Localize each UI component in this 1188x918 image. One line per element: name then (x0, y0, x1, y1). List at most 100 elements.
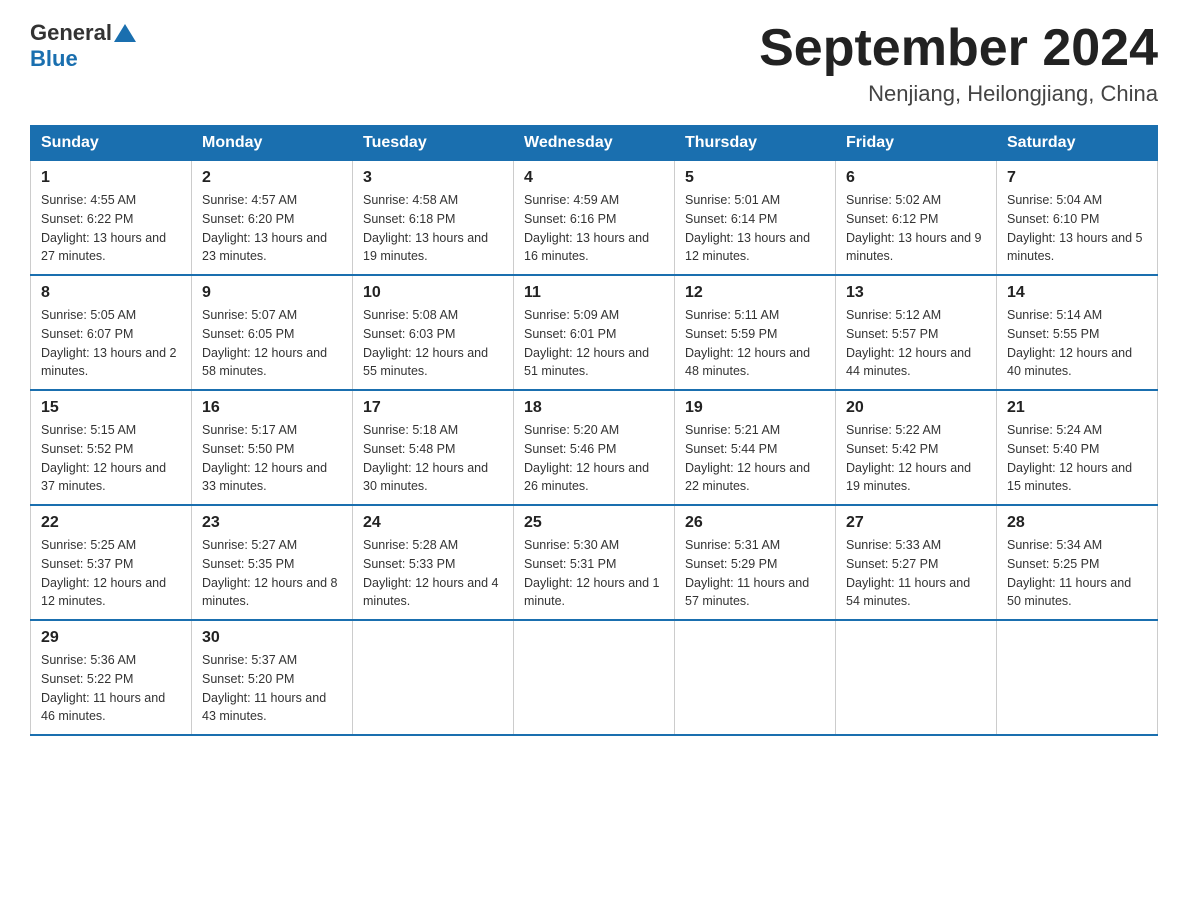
col-sunday: Sunday (31, 126, 192, 161)
day-info-10: Sunrise: 5:08 AMSunset: 6:03 PMDaylight:… (363, 306, 503, 381)
table-row: 27 Sunrise: 5:33 AMSunset: 5:27 PMDayligh… (836, 505, 997, 620)
day-number-7: 7 (1007, 169, 1147, 187)
table-row: 21 Sunrise: 5:24 AMSunset: 5:40 PMDayligh… (997, 390, 1158, 505)
day-info-14: Sunrise: 5:14 AMSunset: 5:55 PMDaylight:… (1007, 306, 1147, 381)
day-number-12: 12 (685, 284, 825, 302)
table-row (997, 620, 1158, 735)
col-tuesday: Tuesday (353, 126, 514, 161)
day-number-15: 15 (41, 399, 181, 417)
day-number-28: 28 (1007, 514, 1147, 532)
page-header: General Blue September 2024 Nenjiang, He… (30, 20, 1158, 107)
day-number-24: 24 (363, 514, 503, 532)
table-row: 20 Sunrise: 5:22 AMSunset: 5:42 PMDayligh… (836, 390, 997, 505)
day-info-8: Sunrise: 5:05 AMSunset: 6:07 PMDaylight:… (41, 306, 181, 381)
table-row: 14 Sunrise: 5:14 AMSunset: 5:55 PMDayligh… (997, 275, 1158, 390)
table-row (836, 620, 997, 735)
col-wednesday: Wednesday (514, 126, 675, 161)
table-row: 1 Sunrise: 4:55 AMSunset: 6:22 PMDaylight… (31, 161, 192, 276)
calendar-subtitle: Nenjiang, Heilongjiang, China (759, 81, 1158, 107)
day-info-24: Sunrise: 5:28 AMSunset: 5:33 PMDaylight:… (363, 536, 503, 611)
day-info-4: Sunrise: 4:59 AMSunset: 6:16 PMDaylight:… (524, 191, 664, 266)
day-number-9: 9 (202, 284, 342, 302)
week-row-3: 15 Sunrise: 5:15 AMSunset: 5:52 PMDayligh… (31, 390, 1158, 505)
day-info-26: Sunrise: 5:31 AMSunset: 5:29 PMDaylight:… (685, 536, 825, 611)
day-number-19: 19 (685, 399, 825, 417)
table-row: 11 Sunrise: 5:09 AMSunset: 6:01 PMDayligh… (514, 275, 675, 390)
table-row: 18Sunrise: 5:20 AMSunset: 5:46 PMDayligh… (514, 390, 675, 505)
col-saturday: Saturday (997, 126, 1158, 161)
col-friday: Friday (836, 126, 997, 161)
table-row: 24 Sunrise: 5:28 AMSunset: 5:33 PMDayligh… (353, 505, 514, 620)
day-number-30: 30 (202, 629, 342, 647)
table-row: 17Sunrise: 5:18 AMSunset: 5:48 PMDayligh… (353, 390, 514, 505)
day-number-5: 5 (685, 169, 825, 187)
calendar-header-row: Sunday Monday Tuesday Wednesday Thursday… (31, 126, 1158, 161)
table-row: 15 Sunrise: 5:15 AMSunset: 5:52 PMDayligh… (31, 390, 192, 505)
day-info-29: Sunrise: 5:36 AMSunset: 5:22 PMDaylight:… (41, 651, 181, 726)
day-info-17: Sunrise: 5:18 AMSunset: 5:48 PMDaylight:… (363, 421, 503, 496)
day-number-25: 25 (524, 514, 664, 532)
day-info-23: Sunrise: 5:27 AMSunset: 5:35 PMDaylight:… (202, 536, 342, 611)
table-row: 4 Sunrise: 4:59 AMSunset: 6:16 PMDaylight… (514, 161, 675, 276)
day-number-27: 27 (846, 514, 986, 532)
day-info-5: Sunrise: 5:01 AMSunset: 6:14 PMDaylight:… (685, 191, 825, 266)
table-row (353, 620, 514, 735)
day-number-21: 21 (1007, 399, 1147, 417)
col-monday: Monday (192, 126, 353, 161)
table-row: 29 Sunrise: 5:36 AMSunset: 5:22 PMDayligh… (31, 620, 192, 735)
table-row: 16Sunrise: 5:17 AMSunset: 5:50 PMDayligh… (192, 390, 353, 505)
table-row: 13 Sunrise: 5:12 AMSunset: 5:57 PMDayligh… (836, 275, 997, 390)
table-row: 6Sunrise: 5:02 AMSunset: 6:12 PMDaylight… (836, 161, 997, 276)
day-number-20: 20 (846, 399, 986, 417)
day-info-30: Sunrise: 5:37 AMSunset: 5:20 PMDaylight:… (202, 651, 342, 726)
week-row-2: 8 Sunrise: 5:05 AMSunset: 6:07 PMDaylight… (31, 275, 1158, 390)
table-row: 19 Sunrise: 5:21 AMSunset: 5:44 PMDayligh… (675, 390, 836, 505)
table-row: 30 Sunrise: 5:37 AMSunset: 5:20 PMDayligh… (192, 620, 353, 735)
table-row: 10 Sunrise: 5:08 AMSunset: 6:03 PMDayligh… (353, 275, 514, 390)
table-row (675, 620, 836, 735)
day-number-8: 8 (41, 284, 181, 302)
table-row: 26 Sunrise: 5:31 AMSunset: 5:29 PMDayligh… (675, 505, 836, 620)
day-info-11: Sunrise: 5:09 AMSunset: 6:01 PMDaylight:… (524, 306, 664, 381)
day-number-23: 23 (202, 514, 342, 532)
week-row-4: 22 Sunrise: 5:25 AMSunset: 5:37 PMDayligh… (31, 505, 1158, 620)
day-number-11: 11 (524, 284, 664, 302)
day-info-15: Sunrise: 5:15 AMSunset: 5:52 PMDaylight:… (41, 421, 181, 496)
day-info-27: Sunrise: 5:33 AMSunset: 5:27 PMDaylight:… (846, 536, 986, 611)
day-number-14: 14 (1007, 284, 1147, 302)
week-row-5: 29 Sunrise: 5:36 AMSunset: 5:22 PMDayligh… (31, 620, 1158, 735)
table-row (514, 620, 675, 735)
day-number-16: 16 (202, 399, 342, 417)
day-info-21: Sunrise: 5:24 AMSunset: 5:40 PMDaylight:… (1007, 421, 1147, 496)
table-row: 3Sunrise: 4:58 AMSunset: 6:18 PMDaylight… (353, 161, 514, 276)
table-row: 5 Sunrise: 5:01 AMSunset: 6:14 PMDaylight… (675, 161, 836, 276)
day-number-1: 1 (41, 169, 181, 187)
day-info-28: Sunrise: 5:34 AMSunset: 5:25 PMDaylight:… (1007, 536, 1147, 611)
day-info-2: Sunrise: 4:57 AMSunset: 6:20 PMDaylight:… (202, 191, 342, 266)
day-number-3: 3 (363, 169, 503, 187)
day-number-26: 26 (685, 514, 825, 532)
day-info-22: Sunrise: 5:25 AMSunset: 5:37 PMDaylight:… (41, 536, 181, 611)
day-info-1: Sunrise: 4:55 AMSunset: 6:22 PMDaylight:… (41, 191, 181, 266)
day-number-22: 22 (41, 514, 181, 532)
day-info-13: Sunrise: 5:12 AMSunset: 5:57 PMDaylight:… (846, 306, 986, 381)
day-number-13: 13 (846, 284, 986, 302)
day-number-4: 4 (524, 169, 664, 187)
day-info-20: Sunrise: 5:22 AMSunset: 5:42 PMDaylight:… (846, 421, 986, 496)
title-block: September 2024 Nenjiang, Heilongjiang, C… (759, 20, 1158, 107)
day-number-10: 10 (363, 284, 503, 302)
day-info-9: Sunrise: 5:07 AMSunset: 6:05 PMDaylight:… (202, 306, 342, 381)
logo-triangle-icon (114, 22, 136, 44)
week-row-1: 1 Sunrise: 4:55 AMSunset: 6:22 PMDaylight… (31, 161, 1158, 276)
day-info-7: Sunrise: 5:04 AMSunset: 6:10 PMDaylight:… (1007, 191, 1147, 266)
calendar-table: Sunday Monday Tuesday Wednesday Thursday… (30, 125, 1158, 736)
table-row: 28 Sunrise: 5:34 AMSunset: 5:25 PMDayligh… (997, 505, 1158, 620)
day-info-19: Sunrise: 5:21 AMSunset: 5:44 PMDaylight:… (685, 421, 825, 496)
day-number-29: 29 (41, 629, 181, 647)
day-number-6: 6 (846, 169, 986, 187)
col-thursday: Thursday (675, 126, 836, 161)
table-row: 8 Sunrise: 5:05 AMSunset: 6:07 PMDaylight… (31, 275, 192, 390)
day-number-2: 2 (202, 169, 342, 187)
table-row: 2 Sunrise: 4:57 AMSunset: 6:20 PMDaylight… (192, 161, 353, 276)
logo-blue-text: Blue (30, 46, 78, 71)
